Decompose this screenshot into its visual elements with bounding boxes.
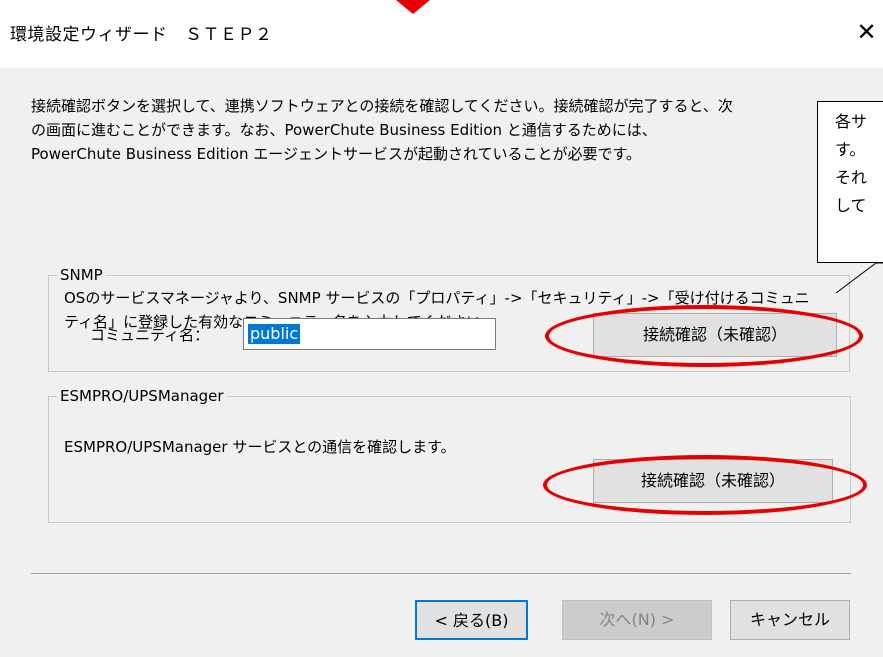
community-name-label: コミュニティ名： (90, 326, 210, 344)
snmp-group-label: SNMP (57, 265, 106, 285)
title-bar: 環境設定ウィザード ＳＴＥＰ２ ✕ (0, 0, 883, 68)
close-icon[interactable]: ✕ (850, 14, 883, 50)
next-button[interactable]: 次へ(N) > (562, 600, 712, 640)
callout-line: 各サ (835, 112, 868, 131)
annotation-oval-snmp (545, 305, 863, 367)
intro-text: 接続確認ボタンを選択して、連携ソフトウェアとの接続を確認してください。接続確認が… (31, 94, 821, 166)
footer-divider (31, 573, 851, 574)
community-name-input[interactable]: public (243, 318, 496, 350)
window-title: 環境設定ウィザード ＳＴＥＰ２ (10, 25, 273, 45)
intro-line: の画面に進むことができます。なお、PowerChute Business Edi… (31, 121, 657, 139)
annotation-callout: 各サ す。 それ して (817, 101, 883, 263)
callout-pointer (836, 263, 883, 294)
esmpro-group-label: ESMPRO/UPSManager (57, 386, 227, 406)
annotation-oval-esmpro (543, 455, 867, 515)
callout-line: して (835, 196, 867, 215)
community-name-value: public (248, 324, 301, 344)
intro-line: PowerChute Business Edition エージェントサービスが起… (31, 145, 642, 163)
esmpro-description: ESMPRO/UPSManager サービスとの通信を確認します。 (64, 438, 456, 456)
callout-line: それ (835, 168, 868, 187)
cancel-button[interactable]: キャンセル (730, 600, 850, 640)
annotation-arrow-top (396, 0, 430, 14)
back-button[interactable]: < 戻る(B) (415, 600, 528, 640)
intro-line: 接続確認ボタンを選択して、連携ソフトウェアとの接続を確認してください。接続確認が… (31, 97, 733, 115)
callout-line: す。 (835, 140, 866, 159)
